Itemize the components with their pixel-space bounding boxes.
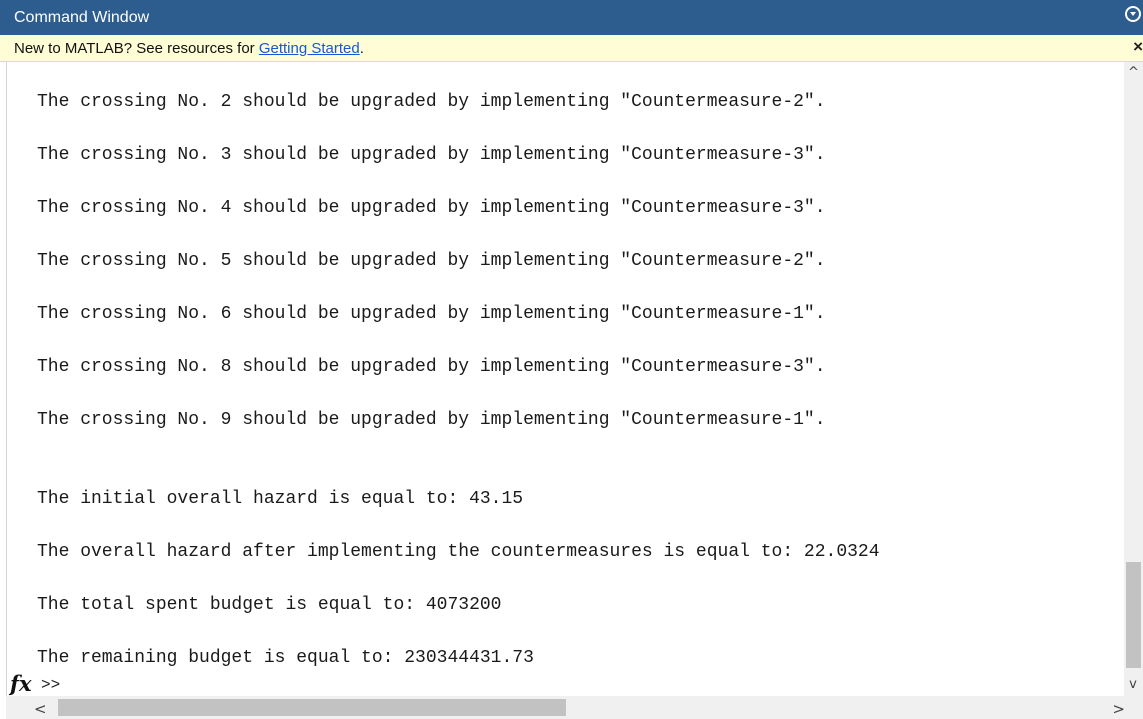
output-line: The crossing No. 3 should be upgraded by… — [37, 145, 826, 165]
prompt-symbol: >> — [41, 676, 61, 694]
scroll-up-icon[interactable]: ^ — [1128, 66, 1139, 79]
horizontal-scroll-thumb[interactable] — [58, 699, 566, 716]
vertical-scrollbar[interactable]: ^ v — [1124, 62, 1143, 696]
notice-prefix: New to MATLAB? See resources for — [14, 40, 259, 57]
scroll-left-icon[interactable]: < — [34, 700, 47, 718]
notice-text: New to MATLAB? See resources for Getting… — [14, 40, 364, 57]
close-notice-icon[interactable]: × — [1133, 37, 1143, 57]
getting-started-notice: New to MATLAB? See resources for Getting… — [0, 35, 1143, 62]
scroll-right-icon[interactable]: > — [1112, 700, 1125, 718]
horizontal-scrollbar[interactable]: < > — [6, 696, 1143, 719]
window-title: Command Window — [14, 9, 150, 26]
title-bar: Command Window — [0, 0, 1143, 35]
output-line: The crossing No. 5 should be upgraded by… — [37, 251, 826, 271]
output-line: The initial overall hazard is equal to: … — [37, 489, 524, 509]
output-line: The crossing No. 9 should be upgraded by… — [37, 410, 826, 430]
command-prompt[interactable]: fx >> — [7, 671, 407, 696]
output-line: The crossing No. 6 should be upgraded by… — [37, 304, 826, 324]
notice-suffix: . — [359, 40, 364, 57]
output-line: The overall hazard after implementing th… — [37, 542, 880, 562]
getting-started-link[interactable]: Getting Started — [259, 40, 360, 57]
function-browser-icon[interactable]: fx — [10, 671, 32, 696]
command-output-area[interactable]: The crossing No. 2 should be upgraded by… — [6, 62, 1125, 696]
output-line: The crossing No. 4 should be upgraded by… — [37, 198, 826, 218]
command-window: Command Window New to MATLAB? See resour… — [0, 0, 1143, 719]
output-line: The crossing No. 2 should be upgraded by… — [37, 92, 826, 112]
output-line: The crossing No. 8 should be upgraded by… — [37, 357, 826, 377]
vertical-scroll-thumb[interactable] — [1126, 562, 1141, 668]
scroll-down-icon[interactable]: v — [1128, 678, 1138, 691]
window-actions-icon[interactable] — [1125, 6, 1141, 22]
output-line: The total spent budget is equal to: 4073… — [37, 595, 502, 615]
output-line: The remaining budget is equal to: 230344… — [37, 648, 534, 668]
